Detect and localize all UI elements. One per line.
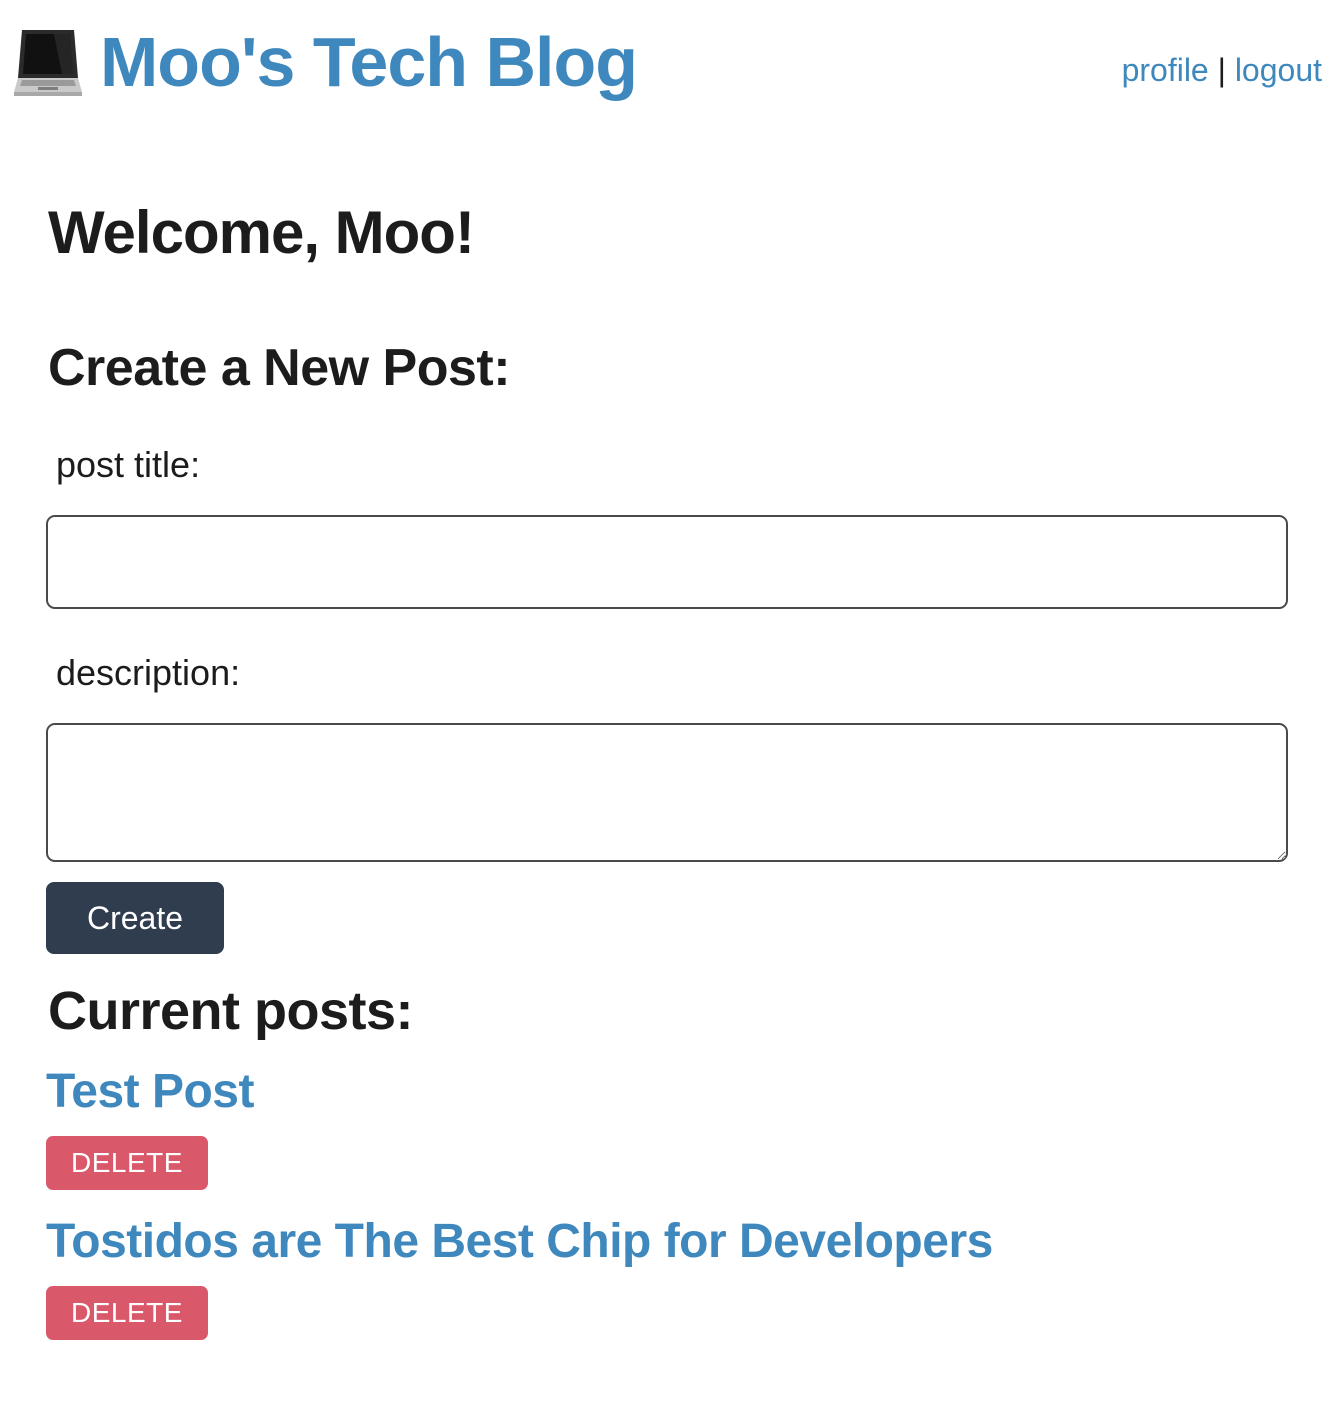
profile-link[interactable]: profile xyxy=(1122,52,1209,88)
delete-post-button[interactable]: DELETE xyxy=(46,1286,208,1340)
home-link[interactable]: Moo's Tech Blog xyxy=(12,22,638,102)
description-label: description: xyxy=(56,652,241,693)
site-title: Moo's Tech Blog xyxy=(100,23,638,101)
laptop-icon xyxy=(14,30,82,96)
current-posts-heading: Current posts: xyxy=(48,981,414,1041)
post-title-input[interactable] xyxy=(46,515,1288,609)
create-post-heading: Create a New Post: xyxy=(48,339,511,397)
post-title-link[interactable]: Tostidos are The Best Chip for Developer… xyxy=(46,1214,993,1269)
create-button[interactable]: Create xyxy=(46,882,224,954)
top-nav: profile | logout xyxy=(1122,50,1322,90)
nav-separator: | xyxy=(1217,52,1226,88)
description-textarea[interactable] xyxy=(46,723,1288,862)
post-title-label: post title: xyxy=(56,444,201,485)
site-header: Moo's Tech Blog profile | logout xyxy=(0,0,1342,130)
post-title-link[interactable]: Test Post xyxy=(46,1064,254,1119)
logout-link[interactable]: logout xyxy=(1235,52,1322,88)
delete-post-button[interactable]: DELETE xyxy=(46,1136,208,1190)
welcome-heading: Welcome, Moo! xyxy=(48,199,475,266)
